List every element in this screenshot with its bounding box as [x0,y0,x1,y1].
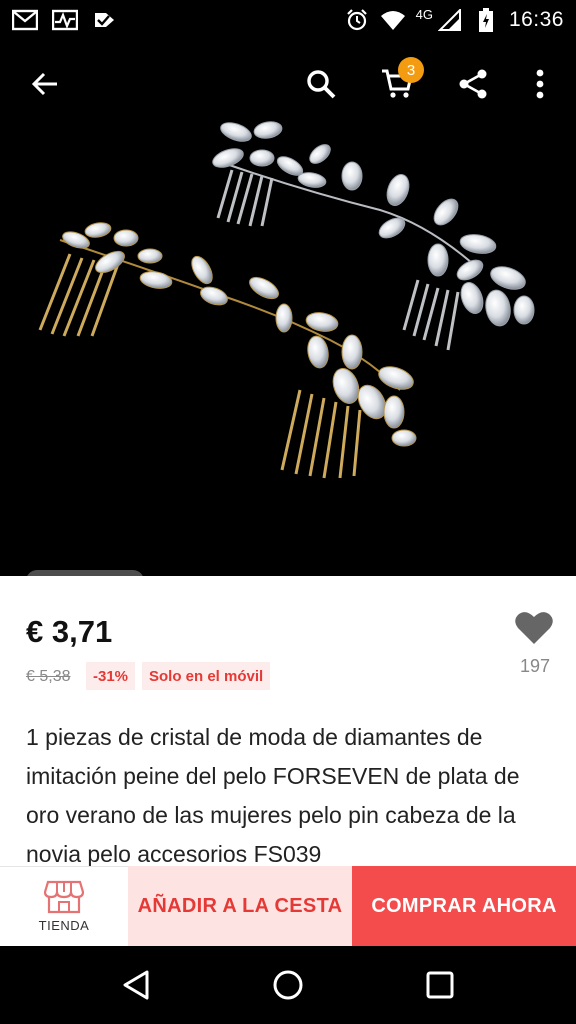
wifi-icon [380,9,406,31]
check-icon [92,9,118,31]
product-title: 1 piezas de cristal de moda de diamantes… [26,724,520,867]
status-bar: 4G 16:36 [0,0,576,40]
alarm-icon [344,9,370,31]
back-triangle-icon [123,970,149,1000]
product-info: € 3,71 € 5,38 -31% Solo en el móvil 197 … [0,576,576,867]
search-icon [307,70,336,99]
nav-home-button[interactable] [258,955,318,1015]
network-type: 4G [415,6,433,22]
store-button[interactable]: TIENDA [0,866,128,946]
signal-icon [437,9,463,31]
discount-badge: -31% [86,662,136,690]
original-price: € 5,38 [26,668,71,685]
purchase-bar: TIENDA AÑADIR A LA CESTA COMPRAR AHORA [0,866,576,946]
heart-icon [515,612,553,644]
store-icon [44,880,84,914]
search-button[interactable] [292,55,350,113]
product-screen: 4G 16:36 3 € 3,71 € 5,38 -31% Solo en el… [0,0,576,1024]
more-icon [536,69,544,99]
battery-icon [473,8,499,32]
home-circle-icon [273,970,303,1000]
buy-now-button[interactable]: COMPRAR AHORA [352,866,576,946]
system-nav-bar [0,946,576,1024]
back-arrow-icon [31,72,57,96]
share-icon [459,69,487,99]
nav-back-button[interactable] [106,955,166,1015]
wishlist-count: 197 [519,656,551,676]
gmail-icon [12,9,38,31]
nav-recents-button[interactable] [410,955,470,1015]
recents-square-icon [426,971,454,999]
activity-icon [52,9,78,31]
add-to-cart-button[interactable]: AÑADIR A LA CESTA [128,866,352,946]
wishlist-button[interactable] [514,610,554,646]
back-button[interactable] [16,55,74,113]
top-action-bar: 3 [0,40,576,128]
share-button[interactable] [444,55,502,113]
more-options-button[interactable] [520,55,560,113]
product-price: € 3,71 [26,614,113,649]
cart-button[interactable]: 3 [368,55,426,113]
store-label: TIENDA [38,918,90,933]
status-time: 16:36 [508,8,564,31]
mobile-only-badge: Solo en el móvil [142,662,271,690]
cart-count-badge: 3 [398,57,424,83]
